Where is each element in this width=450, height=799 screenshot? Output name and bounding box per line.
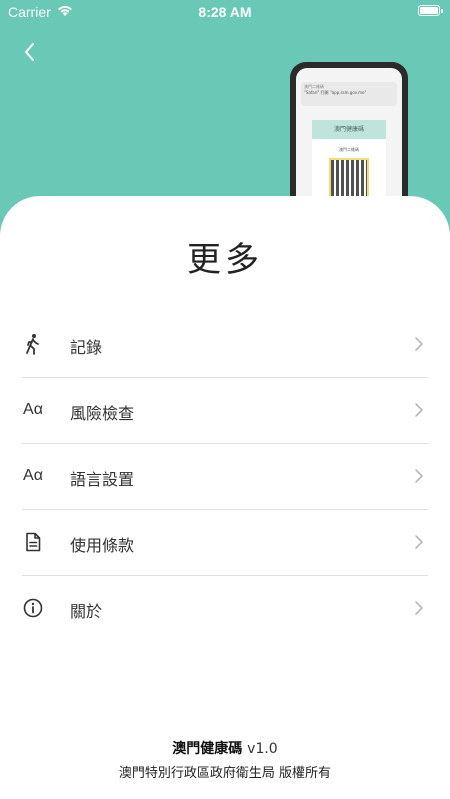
menu-item-label: 使用條款 [70,536,135,555]
footer-organization: 澳門特別行政區政府衛生局 版權所有 [118,766,332,781]
page-title: 更多 [187,240,263,280]
menu-item-label: 風險檢查 [70,404,135,423]
chevron-right-icon [415,337,423,351]
status-bar: Carrier 8:28 AM [0,0,450,24]
battery-icon [418,5,443,16]
info-circle-icon [22,597,44,619]
phone-card-title: 澳門健康碼 [312,120,386,139]
chevron-right-icon [415,601,423,615]
chevron-right-icon [415,469,423,483]
document-icon [22,531,44,553]
menu-item-label: 語言設置 [70,470,135,489]
menu-item-records[interactable]: 記錄 [22,312,428,378]
chevron-left-icon [25,43,34,61]
phone-notification-text: "Safari" 打開 "app.ssm.gov.mo" [304,90,367,96]
app-version: v1.0 [247,741,278,757]
chevron-right-icon [415,403,423,417]
more-screen: Carrier 8:28 AM 澳門二維碼 "Safari" 打開 "app.s… [0,0,450,799]
status-time: 8:28 AM [198,4,252,20]
back-button[interactable] [18,40,42,64]
app-name: 澳門健康碼 [172,741,243,757]
menu-item-terms-of-use[interactable]: 使用條款 [22,510,428,576]
menu-item-language-settings[interactable]: Aα 語言設置 [22,444,428,510]
menu-list: 記錄 Aα 風險檢查 Aα 語言設置 使用條款 關於 [22,312,428,641]
menu-item-label: 記錄 [70,338,103,357]
phone-card-subtitle: 澳門二維碼 [339,147,359,152]
chevron-right-icon [415,535,423,549]
text-size-icon: Aα [23,401,43,418]
qr-code-image [329,158,369,198]
walking-person-icon [22,333,44,355]
menu-item-risk-check[interactable]: Aα 風險檢查 [22,378,428,444]
menu-item-about[interactable]: 關於 [22,576,428,641]
footer-app-name: 澳門健康碼 v1.0 [0,738,450,758]
menu-item-label: 關於 [70,602,103,621]
text-size-icon: Aα [23,467,43,484]
phone-notification: 澳門二維碼 "Safari" 打開 "app.ssm.gov.mo" [301,82,397,106]
